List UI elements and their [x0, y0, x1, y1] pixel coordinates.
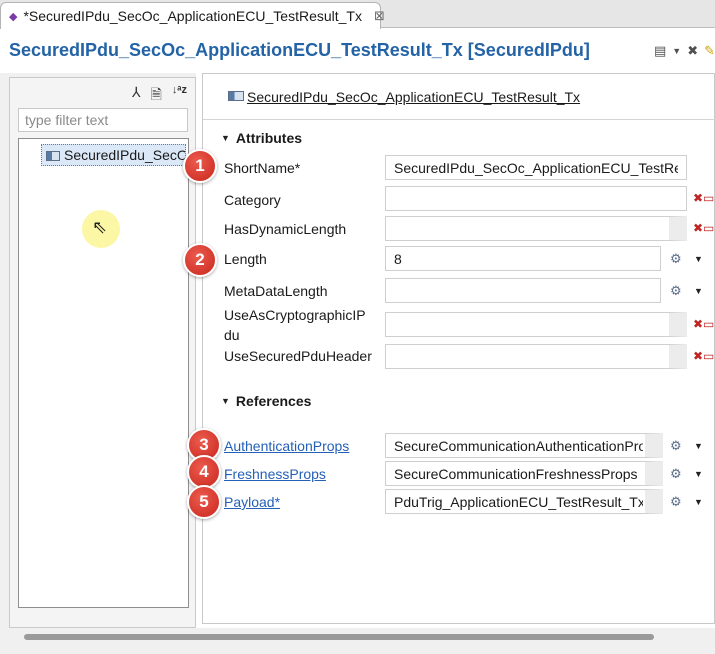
- settings-icon[interactable]: ⚙: [670, 283, 682, 299]
- header-toolbar: ▤ ▼ ✖ ✎: [654, 43, 715, 59]
- sort-az-icon[interactable]: ↓ᵃz: [172, 84, 187, 108]
- dropdown-icon[interactable]: ▼: [672, 46, 681, 56]
- delete-doc-icon[interactable]: ✖: [687, 43, 698, 59]
- more-icon[interactable]: ✎: [704, 43, 715, 59]
- references-section-header[interactable]: ▼ References: [221, 393, 311, 409]
- useascryptographicipdu-label-wrap: du: [224, 327, 240, 343]
- useascryptographicipdu-field[interactable]: [385, 312, 687, 337]
- settings-icon[interactable]: ⚙: [670, 466, 682, 482]
- length-field[interactable]: [385, 246, 661, 271]
- page-title: SecuredIPdu_SecOc_ApplicationECU_TestRes…: [9, 40, 590, 60]
- callout-badge-1: 1: [183, 149, 217, 183]
- outline-panel: ⅄ 🗎 ↓ᵃz SecuredIPdu_SecOc_ApplicationECU…: [9, 77, 196, 628]
- pdu-icon: [46, 151, 60, 161]
- hasdynamiclength-label: HasDynamicLength: [224, 221, 347, 237]
- mouse-cursor-icon: ⇖: [92, 217, 108, 237]
- outline-toolbar: ⅄ 🗎 ↓ᵃz: [132, 84, 187, 108]
- payload-field[interactable]: [385, 489, 663, 514]
- collapse-caret-icon[interactable]: ▼: [221, 396, 230, 406]
- usesecuredpduheader-field[interactable]: [385, 344, 687, 369]
- report-icon[interactable]: ▤: [654, 43, 666, 59]
- tree-item-secured-ipdu[interactable]: SecuredIPdu_SecOc_ApplicationECU_TestRes…: [41, 144, 186, 166]
- element-bar: SecuredIPdu_SecOc_ApplicationECU_TestRes…: [203, 74, 715, 120]
- clear-value-icon[interactable]: ✖▭: [693, 221, 714, 235]
- shortname-field[interactable]: [385, 155, 687, 180]
- dropdown-icon[interactable]: ▼: [694, 469, 703, 479]
- clear-value-icon[interactable]: ✖▭: [693, 349, 714, 363]
- attributes-section-header[interactable]: ▼ Attributes: [221, 130, 302, 146]
- settings-icon[interactable]: ⚙: [670, 438, 682, 454]
- horizontal-scrollbar[interactable]: [0, 628, 715, 654]
- document-icon[interactable]: 🗎: [151, 84, 162, 108]
- callout-badge-4: 4: [187, 455, 221, 489]
- collapse-caret-icon[interactable]: ▼: [221, 133, 230, 143]
- length-label: Length: [224, 251, 267, 267]
- metadatalength-label: MetaDataLength: [224, 283, 328, 299]
- filter-input[interactable]: [18, 108, 188, 132]
- freshnessprops-link[interactable]: FreshnessProps: [224, 466, 326, 482]
- clear-value-icon[interactable]: ✖▭: [693, 191, 714, 205]
- metadatalength-field[interactable]: [385, 278, 661, 303]
- callout-badge-5: 5: [187, 485, 221, 519]
- dropdown-icon[interactable]: ▼: [694, 254, 703, 264]
- tab-title: *SecuredIPdu_SecOc_ApplicationECU_TestRe…: [23, 8, 362, 24]
- freshnessprops-field[interactable]: [385, 461, 663, 486]
- clear-value-icon[interactable]: ✖▭: [693, 317, 714, 331]
- element-icon: ◆: [9, 10, 18, 23]
- attributes-header-label: Attributes: [235, 130, 303, 146]
- category-field[interactable]: [385, 186, 687, 211]
- dropdown-icon[interactable]: ▼: [694, 441, 703, 451]
- payload-link[interactable]: Payload*: [224, 494, 280, 510]
- usesecuredpduheader-label: UseSecuredPduHeader: [224, 348, 372, 364]
- shortname-label: ShortName*: [224, 160, 301, 176]
- settings-icon[interactable]: ⚙: [670, 251, 682, 267]
- pdu-icon: [228, 91, 244, 101]
- hierarchy-icon[interactable]: ⅄: [132, 84, 141, 108]
- editor-header: SecuredIPdu_SecOc_ApplicationECU_TestRes…: [0, 29, 715, 73]
- dropdown-icon[interactable]: ▼: [694, 286, 703, 296]
- callout-badge-2: 2: [183, 243, 217, 277]
- settings-icon[interactable]: ⚙: [670, 494, 682, 510]
- outline-tree[interactable]: SecuredIPdu_SecOc_ApplicationECU_TestRes…: [18, 138, 189, 608]
- close-tab-icon[interactable]: ⊠: [374, 8, 385, 24]
- references-header-label: References: [235, 393, 312, 409]
- authenticationprops-link[interactable]: AuthenticationProps: [224, 438, 349, 454]
- properties-pane: SecuredIPdu_SecOc_ApplicationECU_TestRes…: [202, 73, 715, 624]
- dropdown-icon[interactable]: ▼: [694, 497, 703, 507]
- hasdynamiclength-field[interactable]: [385, 216, 687, 241]
- editor-tab[interactable]: ◆ *SecuredIPdu_SecOc_ApplicationECU_Test…: [0, 2, 385, 29]
- useascryptographicipdu-label: UseAsCryptographicIP: [224, 307, 366, 323]
- category-label: Category: [224, 192, 281, 208]
- outline-pane: ⅄ 🗎 ↓ᵃz SecuredIPdu_SecOc_ApplicationECU…: [0, 73, 196, 628]
- element-title-link[interactable]: SecuredIPdu_SecOc_ApplicationECU_TestRes…: [247, 89, 580, 105]
- tree-item-label: SecuredIPdu_SecOc_ApplicationECU_TestRes…: [64, 147, 185, 163]
- authenticationprops-field[interactable]: [385, 433, 663, 458]
- editor-tab-bar: ◆ *SecuredIPdu_SecOc_ApplicationECU_Test…: [0, 0, 715, 29]
- scrollbar-thumb[interactable]: [24, 634, 654, 640]
